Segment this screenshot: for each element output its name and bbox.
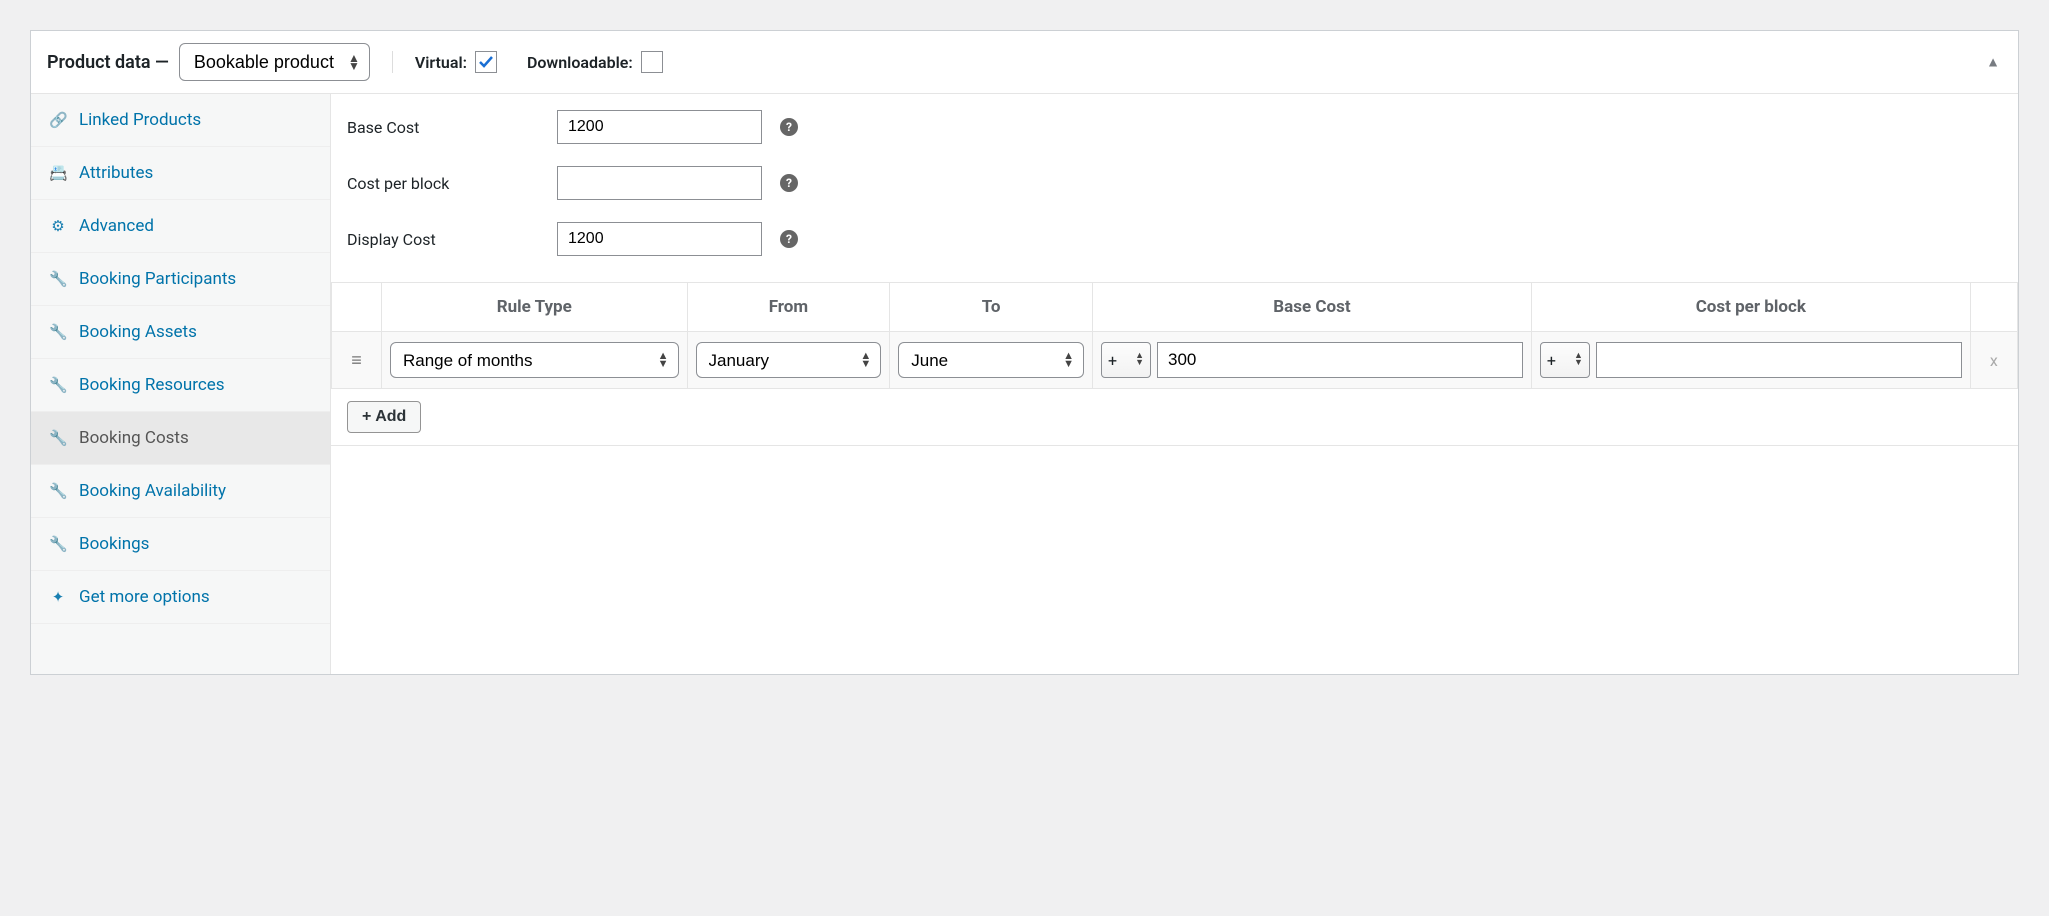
col-basecost: Base Cost <box>1093 283 1532 332</box>
cost-rules-table: Rule Type From To Base Cost Cost per blo… <box>331 282 2018 389</box>
cpb-op-select[interactable]: + ▲▼ <box>1540 342 1590 378</box>
wrench-icon: 🔧 <box>49 429 67 447</box>
cost-per-block-row: Cost per block ? <box>347 166 2002 200</box>
link-icon: 🔗 <box>49 111 67 129</box>
sparkle-icon: ✦ <box>49 588 67 606</box>
tab-booking-participants[interactable]: 🔧 Booking Participants <box>31 253 330 306</box>
add-rule-button[interactable]: + Add <box>347 401 421 433</box>
collapse-icon[interactable]: ▲ <box>1986 54 2000 71</box>
base-cost-label: Base Cost <box>347 118 557 137</box>
caret-icon: ▲▼ <box>1135 353 1144 367</box>
tab-booking-assets[interactable]: 🔧 Booking Assets <box>31 306 330 359</box>
tab-label: Bookings <box>79 534 149 554</box>
cost-fields: Base Cost ? Cost per block ? Display Cos… <box>331 94 2018 282</box>
display-cost-input[interactable] <box>557 222 762 256</box>
remove-row-button[interactable]: x <box>1970 332 2017 389</box>
tab-booking-availability[interactable]: 🔧 Booking Availability <box>31 465 330 518</box>
op-value: + <box>1547 351 1556 370</box>
wrench-icon: 🔧 <box>49 376 67 394</box>
gear-icon: ⚙ <box>49 217 67 235</box>
panel-header: Product data — Bookable product ▲▼ Virtu… <box>31 31 2018 94</box>
content-area: Base Cost ? Cost per block ? Display Cos… <box>331 94 2018 674</box>
rule-base-cost-input[interactable] <box>1157 342 1523 378</box>
tab-label: Booking Assets <box>79 322 197 342</box>
col-from: From <box>687 283 890 332</box>
tab-label: Booking Costs <box>79 428 189 448</box>
wrench-icon: 🔧 <box>49 535 67 553</box>
tab-linked-products[interactable]: 🔗 Linked Products <box>31 94 330 147</box>
op-value: + <box>1108 351 1117 370</box>
virtual-label-wrap: Virtual: <box>415 51 497 73</box>
display-cost-row: Display Cost ? <box>347 222 2002 256</box>
col-ruletype: Rule Type <box>381 283 687 332</box>
panel-body: 🔗 Linked Products 📇 Attributes ⚙ Advance… <box>31 94 2018 674</box>
tab-label: Booking Participants <box>79 269 236 289</box>
tab-attributes[interactable]: 📇 Attributes <box>31 147 330 200</box>
tab-advanced[interactable]: ⚙ Advanced <box>31 200 330 253</box>
tab-booking-costs[interactable]: 🔧 Booking Costs <box>31 412 330 465</box>
rule-to-select[interactable]: June <box>898 342 1084 378</box>
panel-title: Product data — <box>47 52 169 73</box>
base-cost-op-select[interactable]: + ▲▼ <box>1101 342 1151 378</box>
base-cost-input[interactable] <box>557 110 762 144</box>
product-type-select[interactable]: Bookable product <box>179 43 370 81</box>
add-row-region: + Add <box>331 389 2018 446</box>
help-icon[interactable]: ? <box>780 118 798 136</box>
rule-from-select[interactable]: January <box>696 342 882 378</box>
col-handle <box>332 283 382 332</box>
rule-type-select[interactable]: Range of months <box>390 342 679 378</box>
tab-label: Booking Resources <box>79 375 225 395</box>
caret-icon: ▲▼ <box>1574 353 1583 367</box>
wrench-icon: 🔧 <box>49 323 67 341</box>
tab-label: Advanced <box>79 216 154 236</box>
cost-per-block-input[interactable] <box>557 166 762 200</box>
rule-row: ≡ Range of months ▲▼ <box>332 332 2018 389</box>
tab-label: Linked Products <box>79 110 201 130</box>
tab-get-more-options[interactable]: ✦ Get more options <box>31 571 330 624</box>
drag-handle-icon[interactable]: ≡ <box>332 332 382 389</box>
wrench-icon: 🔧 <box>49 482 67 500</box>
help-icon[interactable]: ? <box>780 230 798 248</box>
rule-cpb-input[interactable] <box>1596 342 1962 378</box>
display-cost-label: Display Cost <box>347 230 557 249</box>
tab-booking-resources[interactable]: 🔧 Booking Resources <box>31 359 330 412</box>
check-icon <box>478 54 494 70</box>
downloadable-label-wrap: Downloadable: <box>527 51 663 73</box>
downloadable-checkbox[interactable] <box>641 51 663 73</box>
virtual-checkbox[interactable] <box>475 51 497 73</box>
tab-label: Get more options <box>79 587 210 607</box>
product-data-panel: Product data — Bookable product ▲▼ Virtu… <box>30 30 2019 675</box>
col-cpb: Cost per block <box>1531 283 1970 332</box>
tab-label: Booking Availability <box>79 481 226 501</box>
downloadable-label: Downloadable: <box>527 53 633 72</box>
help-icon[interactable]: ? <box>780 174 798 192</box>
sidebar-tabs: 🔗 Linked Products 📇 Attributes ⚙ Advance… <box>31 94 331 674</box>
col-to: To <box>890 283 1093 332</box>
virtual-label: Virtual: <box>415 53 467 72</box>
tab-bookings[interactable]: 🔧 Bookings <box>31 518 330 571</box>
tab-label: Attributes <box>79 163 153 183</box>
separator <box>392 51 393 73</box>
base-cost-row: Base Cost ? <box>347 110 2002 144</box>
cost-per-block-label: Cost per block <box>347 174 557 193</box>
col-remove <box>1970 283 2017 332</box>
wrench-icon: 🔧 <box>49 270 67 288</box>
card-icon: 📇 <box>49 164 67 182</box>
